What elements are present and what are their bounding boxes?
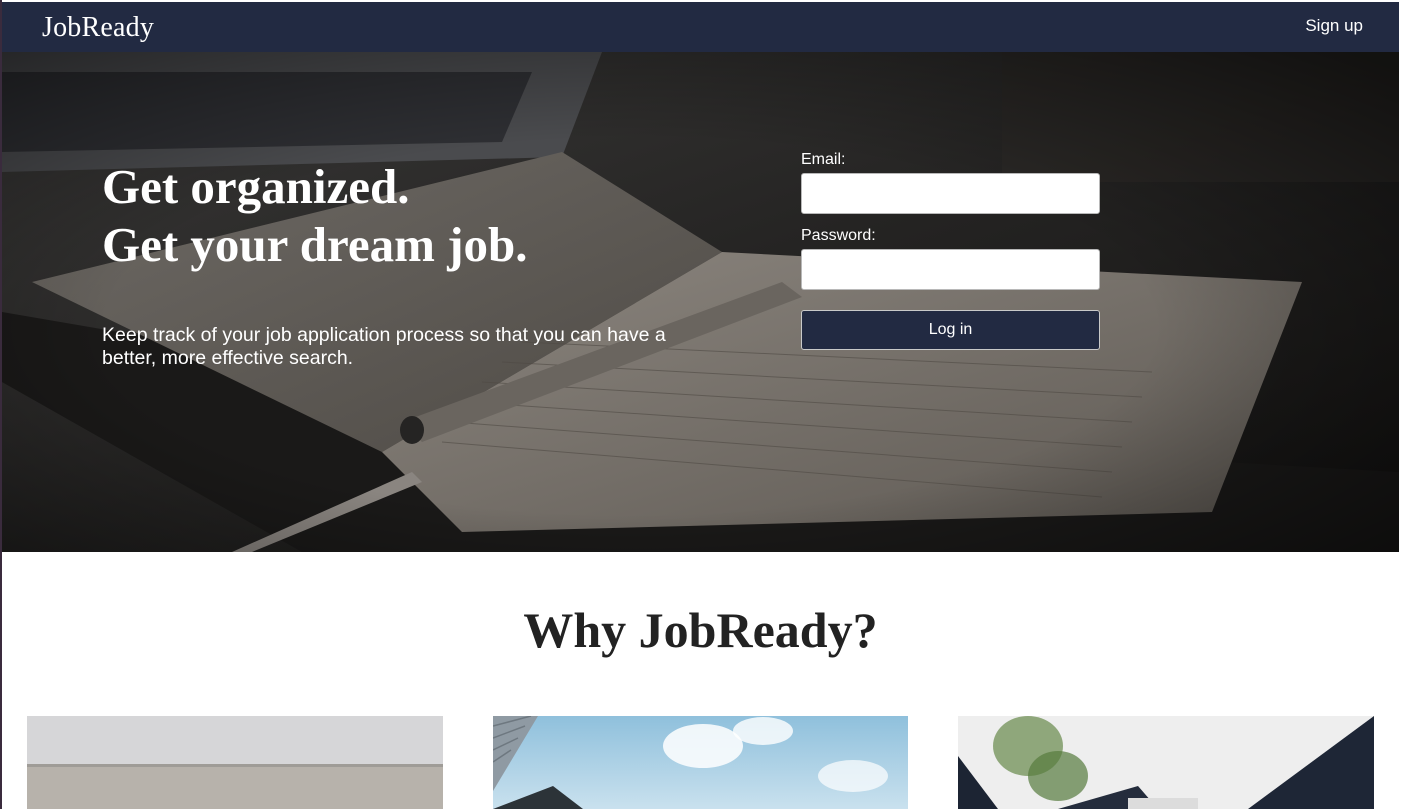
feature-card-image-1 — [27, 716, 443, 809]
password-field[interactable] — [801, 249, 1100, 290]
brand-logo[interactable]: JobReady — [42, 12, 154, 44]
hero-subtitle: Keep track of your job application proce… — [102, 324, 666, 369]
feature-card-image-3 — [958, 716, 1374, 809]
login-button[interactable]: Log in — [801, 310, 1100, 350]
password-label: Password: — [801, 227, 876, 244]
email-label: Email: — [801, 151, 846, 168]
headline-line-2: Get your dream job. — [102, 217, 528, 272]
feature-card-image-2 — [493, 716, 908, 809]
hero-background-image — [2, 52, 1399, 552]
email-field[interactable] — [801, 173, 1100, 214]
login-form: Email: Password: Log in — [801, 150, 1101, 350]
top-navbar: JobReady Sign up — [2, 2, 1399, 52]
hero-section: Get organized. Get your dream job. Keep … — [2, 52, 1399, 552]
hero-headline: Get organized. Get your dream job. — [102, 158, 528, 274]
why-section-title: Why JobReady? — [523, 602, 878, 658]
headline-line-1: Get organized. — [102, 159, 410, 214]
signup-link[interactable]: Sign up — [1305, 16, 1363, 36]
